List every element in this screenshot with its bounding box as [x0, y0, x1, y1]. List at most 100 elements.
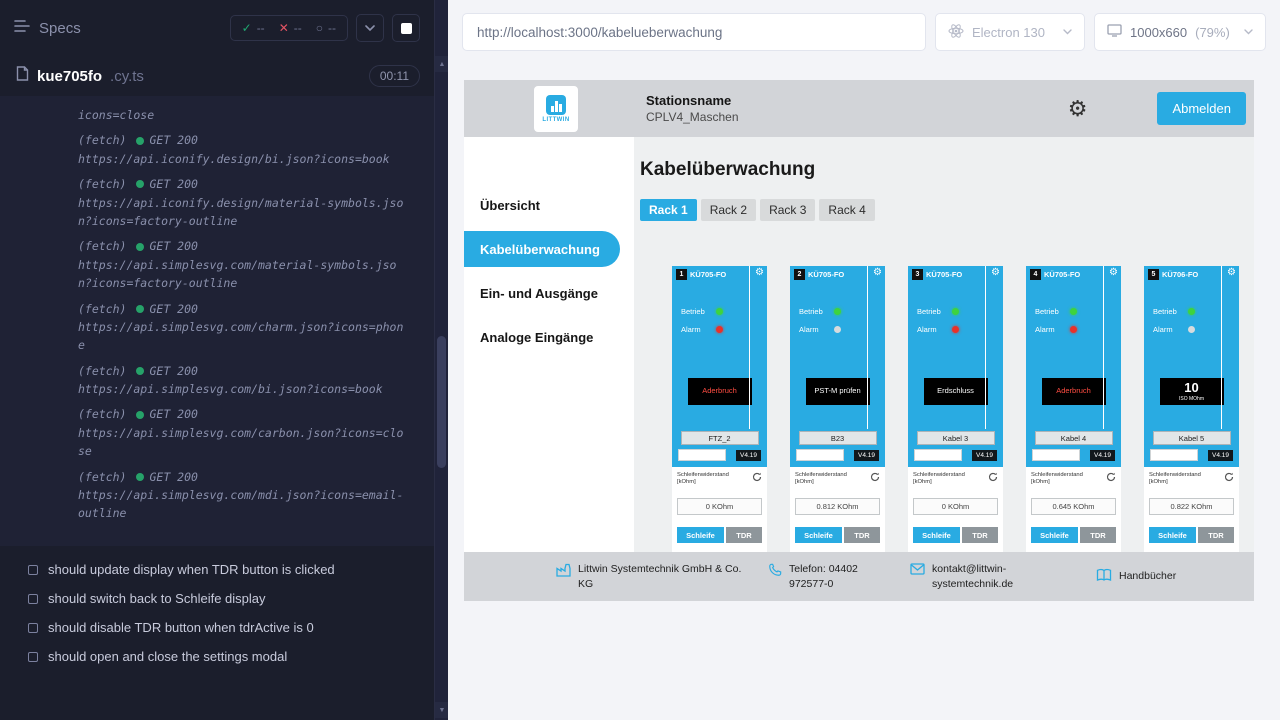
runner-header: Specs ✓-- ✕-- ○--	[0, 0, 434, 56]
tdr-button[interactable]: TDR	[1080, 527, 1116, 543]
betrieb-led	[1070, 308, 1077, 315]
footer-manuals[interactable]: Handbücher	[1096, 567, 1176, 586]
specs-menu-icon	[14, 19, 30, 37]
device-gear-icon[interactable]: ⚙	[1227, 268, 1236, 278]
tab-rack-2[interactable]: Rack 2	[701, 199, 756, 221]
alarm-label: Alarm	[799, 325, 826, 334]
refresh-icon[interactable]	[988, 472, 998, 482]
tdr-button[interactable]: TDR	[962, 527, 998, 543]
log-entry[interactable]: (fetch)GET 200 https://api.simplesvg.com…	[78, 300, 410, 355]
browser-name: Electron 130	[972, 25, 1045, 40]
tab-rack-1[interactable]: Rack 1	[640, 199, 697, 221]
log-entry[interactable]: (fetch)GET 200 https://api.simplesvg.com…	[78, 237, 410, 292]
browser-selector[interactable]: Electron 130	[935, 13, 1085, 51]
tab-rack-3[interactable]: Rack 3	[760, 199, 815, 221]
log-entry[interactable]: (fetch)GET 200 https://api.simplesvg.com…	[78, 362, 410, 399]
settings-gear-icon[interactable]: ⚙	[1068, 98, 1088, 120]
littwin-logo-icon	[546, 95, 566, 115]
status-200-icon	[136, 180, 144, 188]
test-timer: 00:11	[369, 65, 420, 87]
collapse-button[interactable]	[356, 14, 384, 42]
log-entry[interactable]: (fetch)GET 200 https://api.simplesvg.com…	[78, 468, 410, 523]
cable-name-field[interactable]: FTZ_2	[681, 431, 759, 445]
log-entry[interactable]: (fetch)GET 200 https://api.iconify.desig…	[78, 131, 410, 168]
log-entry[interactable]: (fetch)GET 200 https://api.simplesvg.com…	[78, 405, 410, 460]
refresh-icon[interactable]	[752, 472, 762, 482]
device-gear-icon[interactable]: ⚙	[1109, 268, 1118, 278]
divider	[1221, 266, 1222, 429]
alarm-led	[1188, 326, 1195, 333]
spec-file-row[interactable]: kue705fo .cy.ts 00:11	[0, 56, 434, 96]
footer-phone[interactable]: Telefon: 04402 972577-0	[768, 562, 894, 590]
log-entry-partial[interactable]: icons=close	[78, 106, 410, 124]
refresh-icon[interactable]	[1106, 472, 1116, 482]
device-input[interactable]	[678, 449, 726, 461]
book-icon	[1096, 567, 1112, 586]
footer-email[interactable]: kontakt@littwin-systemtechnik.de	[910, 562, 1052, 590]
viewport-size: 1000x660	[1130, 25, 1187, 40]
schleife-button[interactable]: Schleife	[1149, 527, 1196, 543]
refresh-icon[interactable]	[870, 472, 880, 482]
firmware-version: V4.19	[972, 450, 997, 461]
nav-item-kabelueberwachung[interactable]: Kabelüberwachung	[464, 231, 620, 267]
scroll-down-arrow[interactable]: ▼	[435, 702, 449, 718]
divider	[985, 266, 986, 429]
betrieb-led	[716, 308, 723, 315]
tdr-button[interactable]: TDR	[844, 527, 880, 543]
littwin-logo: LITTWIN	[534, 86, 578, 132]
specs-sidebar-toggle[interactable]: Specs	[14, 19, 81, 37]
device-model: KÜ705-FO	[926, 270, 962, 279]
cable-name-field[interactable]: Kabel 4	[1035, 431, 1113, 445]
test-item[interactable]: should disable TDR button when tdrActive…	[0, 613, 434, 642]
device-card-4: 4KÜ705-FO ⚙ Betrieb Alarm Aderbruch Kabe…	[1026, 266, 1121, 566]
app-footer: Littwin Systemtechnik GmbH & Co. KG Tele…	[464, 552, 1254, 601]
tab-rack-4[interactable]: Rack 4	[819, 199, 874, 221]
test-item[interactable]: should switch back to Schleife display	[0, 584, 434, 613]
alarm-label: Alarm	[917, 325, 944, 334]
device-gear-icon[interactable]: ⚙	[991, 268, 1000, 278]
device-input[interactable]	[914, 449, 962, 461]
cable-name-field[interactable]: Kabel 5	[1153, 431, 1231, 445]
log-entry[interactable]: (fetch)GET 200 https://api.iconify.desig…	[78, 175, 410, 230]
device-input[interactable]	[1150, 449, 1198, 461]
rack-tabs: Rack 1 Rack 2 Rack 3 Rack 4	[640, 199, 1254, 221]
stop-button[interactable]	[392, 14, 420, 42]
viewport-selector[interactable]: 1000x660 (79%)	[1094, 13, 1266, 51]
schleife-button[interactable]: Schleife	[795, 527, 842, 543]
device-input[interactable]	[796, 449, 844, 461]
schleife-button[interactable]: Schleife	[677, 527, 724, 543]
logout-button[interactable]: Abmelden	[1157, 92, 1246, 125]
nav-item-uebersicht[interactable]: Übersicht	[464, 183, 634, 227]
device-input[interactable]	[1032, 449, 1080, 461]
tdr-button[interactable]: TDR	[1198, 527, 1234, 543]
device-gear-icon[interactable]: ⚙	[873, 268, 882, 278]
test-item[interactable]: should open and close the settings modal	[0, 642, 434, 671]
status-200-icon	[136, 305, 144, 313]
stop-icon	[401, 23, 412, 34]
device-model: KÜ706-FO	[1162, 270, 1198, 279]
cable-name-field[interactable]: B23	[799, 431, 877, 445]
nav-item-analoge-eingaenge[interactable]: Analoge Eingänge	[464, 315, 634, 359]
device-number: 3	[912, 269, 923, 280]
refresh-icon[interactable]	[1224, 472, 1234, 482]
station-info: Stationsname CPLV4_Maschen	[646, 93, 739, 124]
cable-name-field[interactable]: Kabel 3	[917, 431, 995, 445]
betrieb-led	[834, 308, 841, 315]
url-input[interactable]: http://localhost:3000/kabelueberwachung	[462, 13, 926, 51]
nav-item-ein-und-ausgaenge[interactable]: Ein- und Ausgänge	[464, 271, 634, 315]
runner-scrollbar[interactable]: ▲ ▼	[434, 0, 448, 720]
scroll-up-arrow[interactable]: ▲	[435, 56, 449, 72]
device-gear-icon[interactable]: ⚙	[755, 268, 764, 278]
firmware-version: V4.19	[736, 450, 761, 461]
scrollbar-thumb[interactable]	[437, 336, 446, 468]
device-display: Aderbruch	[1042, 378, 1106, 405]
betrieb-led	[952, 308, 959, 315]
divider	[867, 266, 868, 429]
schleife-button[interactable]: Schleife	[1031, 527, 1078, 543]
loop-resistance-value: 0 KOhm	[677, 498, 762, 515]
test-item[interactable]: should update display when TDR button is…	[0, 555, 434, 584]
app-header: LITTWIN Stationsname CPLV4_Maschen ⚙ Abm…	[464, 80, 1254, 137]
schleife-button[interactable]: Schleife	[913, 527, 960, 543]
tdr-button[interactable]: TDR	[726, 527, 762, 543]
loop-resistance-value: 0.812 KOhm	[795, 498, 880, 515]
